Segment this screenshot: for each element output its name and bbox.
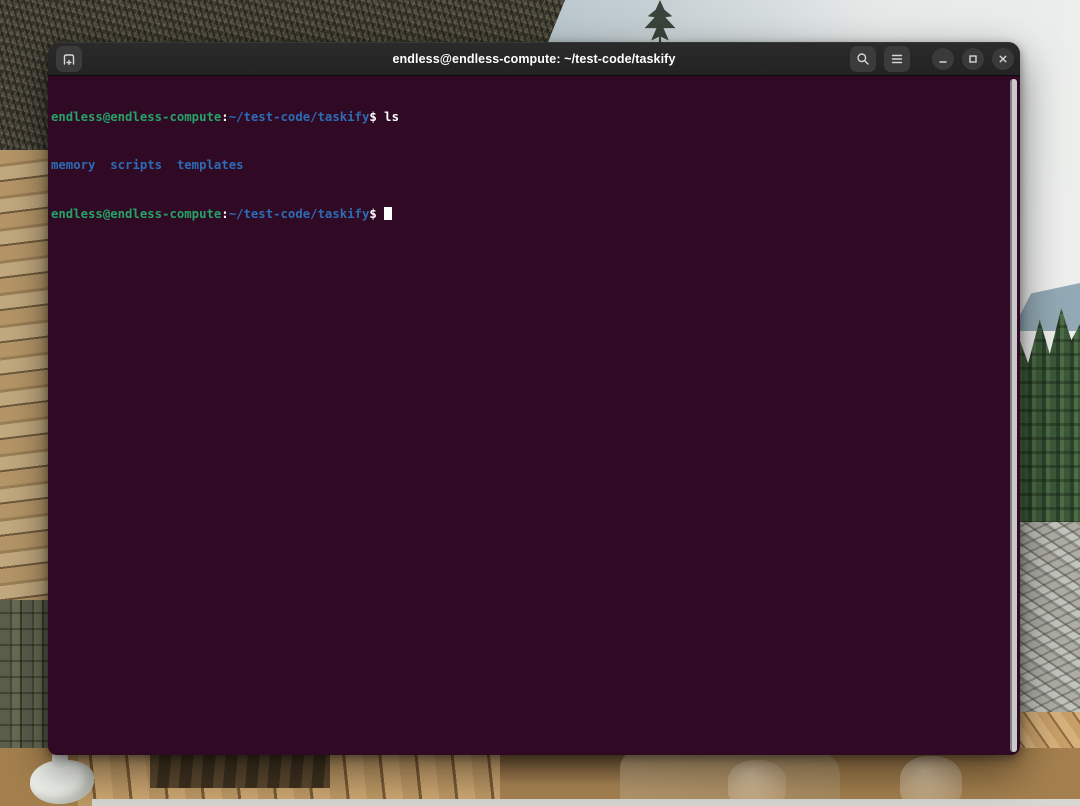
maximize-icon [966, 52, 980, 66]
menu-button[interactable] [884, 46, 910, 72]
close-icon [996, 52, 1010, 66]
prompt-colon: : [221, 207, 228, 221]
directory-name: scripts [110, 158, 162, 172]
prompt-colon: : [221, 110, 228, 124]
desktop: endless@endless-compute: ~/test-code/tas… [0, 0, 1080, 806]
terminal-line-output: memory scripts templates [51, 158, 1020, 174]
new-tab-icon [61, 51, 77, 67]
minimize-icon [936, 52, 950, 66]
search-button[interactable] [850, 46, 876, 72]
scrollbar[interactable] [1010, 79, 1017, 752]
terminal-line-prompt: endless@endless-compute:~/test-code/task… [51, 110, 1020, 126]
command-text: ls [384, 110, 399, 124]
separator [95, 158, 110, 172]
prompt-user-host: endless@endless-compute [51, 110, 221, 124]
prompt-path: ~/test-code/taskify [229, 110, 370, 124]
directory-name: templates [177, 158, 244, 172]
prompt-user-host: endless@endless-compute [51, 207, 221, 221]
terminal-window: endless@endless-compute: ~/test-code/tas… [48, 42, 1020, 755]
menu-icon [889, 51, 905, 67]
prompt-path: ~/test-code/taskify [229, 207, 370, 221]
wallpaper-wood-planks [0, 150, 52, 660]
terminal-line-prompt: endless@endless-compute:~/test-code/task… [51, 205, 1020, 223]
titlebar-controls [850, 46, 1014, 72]
terminal-content[interactable]: endless@endless-compute:~/test-code/task… [48, 76, 1020, 755]
minimize-button[interactable] [932, 48, 954, 70]
maximize-button[interactable] [962, 48, 984, 70]
prompt-symbol: $ [369, 110, 384, 124]
titlebar[interactable]: endless@endless-compute: ~/test-code/tas… [48, 42, 1020, 76]
terminal-cursor [384, 207, 391, 220]
prompt-symbol: $ [369, 207, 384, 221]
separator [162, 158, 177, 172]
search-icon [855, 51, 871, 67]
wallpaper-bottom-edge [92, 799, 1080, 806]
directory-name: memory [51, 158, 95, 172]
close-button[interactable] [992, 48, 1014, 70]
new-tab-button[interactable] [56, 46, 82, 72]
